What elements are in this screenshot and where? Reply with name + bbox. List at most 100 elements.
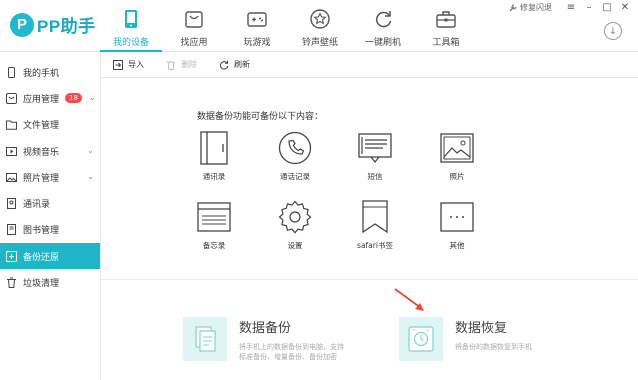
bag-icon xyxy=(185,11,203,28)
sidebar-item-label: 垃圾清理 xyxy=(23,279,60,290)
fix-crash-label: 修复闪退 xyxy=(520,3,552,12)
backup-item-call-log[interactable]: 通话记录 xyxy=(265,131,325,182)
maximize-button[interactable]: □ xyxy=(598,2,616,13)
sms-icon xyxy=(358,133,392,164)
nav-find-apps[interactable]: 找应用 xyxy=(163,0,225,52)
sidebar-item-file-management[interactable]: 文件管理 xyxy=(0,112,100,138)
backup-actions: 数据备份 将手机上的数据备份到电脑，支持标准备份、增量备份、备份加密 数据恢复 … xyxy=(101,280,638,380)
sidebar-item-label: 备份还原 xyxy=(23,252,60,263)
download-manager-button[interactable]: ↓ xyxy=(604,22,622,40)
sidebar-item-label: 视频音乐 xyxy=(23,147,60,158)
import-button[interactable]: 导入 xyxy=(113,59,144,70)
sidebar-item-my-phone[interactable]: 我的手机 xyxy=(0,59,100,85)
sidebar-item-label: 我的手机 xyxy=(23,68,60,79)
backup-item-contacts[interactable]: 通讯录 xyxy=(184,131,244,182)
nav-one-click-flash[interactable]: 一键刷机 xyxy=(352,0,414,52)
nav-ringtones-wallpapers[interactable]: 铃声壁纸 xyxy=(289,0,351,52)
delete-button[interactable]: 删除 xyxy=(166,59,197,70)
settings-icon xyxy=(278,200,312,234)
sidebar-item-junk-cleanup[interactable]: 垃圾清理 xyxy=(0,269,100,295)
sidebar-item-video-music[interactable]: 视频音乐 ⌄ xyxy=(0,138,100,164)
documents-icon xyxy=(195,326,216,352)
red-arrow-annotation xyxy=(394,288,424,311)
trash-icon xyxy=(7,277,16,289)
toolbox-icon xyxy=(436,11,456,28)
address-book-icon xyxy=(200,131,228,165)
video-icon xyxy=(6,146,17,156)
photos-icon xyxy=(440,133,474,163)
call-log-icon xyxy=(278,131,312,165)
book-icon xyxy=(7,224,16,236)
refresh-icon xyxy=(375,11,392,28)
refresh-button[interactable]: 刷新 xyxy=(219,59,250,70)
sidebar-item-label: 图书管理 xyxy=(23,226,60,237)
phone-icon xyxy=(8,66,15,78)
trash-icon xyxy=(167,61,175,70)
sidebar-item-app-management[interactable]: 应用管理 18 ⌄ xyxy=(0,85,100,111)
data-backup-action[interactable]: 数据备份 将手机上的数据备份到电脑，支持标准备份、增量备份、备份加密 xyxy=(183,317,349,362)
folder-icon xyxy=(6,120,17,130)
backup-item-settings[interactable]: 设置 xyxy=(265,200,325,251)
app-icon xyxy=(6,92,17,104)
backup-item-sms[interactable]: 短信 xyxy=(345,131,405,182)
nav-label: 一键刷机 xyxy=(364,38,401,48)
minimize-button[interactable]: – xyxy=(580,2,598,13)
item-label: 备忘录 xyxy=(202,241,226,250)
logo-text: PP助手 xyxy=(37,17,96,36)
app-update-badge: 18 xyxy=(65,93,82,104)
restore-tile xyxy=(399,317,443,361)
backup-main: 数据备份功能可备份以下内容： 通讯录 通话记录 短信 照片 备忘录 设置 saf… xyxy=(101,79,638,380)
nav-label: 工具箱 xyxy=(432,38,460,48)
backup-item-safari-bookmarks[interactable]: safari书签 xyxy=(345,200,405,251)
fix-crash-button[interactable]: 修复闪退 xyxy=(508,2,552,13)
sidebar-item-label: 照片管理 xyxy=(23,173,60,184)
bookmark-icon xyxy=(362,200,388,234)
clock-restore-icon xyxy=(408,326,434,352)
data-restore-action[interactable]: 数据恢复 将备份的数据恢复到手机 xyxy=(399,317,565,361)
nav-toolbox[interactable]: 工具箱 xyxy=(415,0,477,52)
main-nav: 我的设备 找应用 玩游戏 铃声壁纸 一键刷机 工具箱 xyxy=(100,0,478,52)
item-label: 通话记录 xyxy=(280,172,310,181)
top-bar: P PP助手 我的设备 找应用 玩游戏 铃声壁纸 一键刷机 工具箱 修复闪退 ≡… xyxy=(0,0,638,52)
app-logo: P PP助手 xyxy=(10,12,96,37)
toolbar: 导入 删除 刷新 xyxy=(101,52,638,78)
gamepad-icon xyxy=(247,12,267,27)
backup-item-photos[interactable]: 照片 xyxy=(427,131,487,182)
backup-tile xyxy=(183,317,227,361)
sidebar-item-photo-management[interactable]: 照片管理 ⌄ xyxy=(0,164,100,190)
import-label: 导入 xyxy=(128,60,144,69)
backup-item-other[interactable]: 其他 xyxy=(427,200,487,251)
contacts-icon xyxy=(7,198,16,210)
refresh-label: 刷新 xyxy=(234,60,250,69)
sidebar-item-label: 应用管理 xyxy=(23,94,60,105)
restore-title: 数据恢复 xyxy=(455,321,508,336)
memo-icon xyxy=(197,202,231,232)
backup-intro-text: 数据备份功能可备份以下内容： xyxy=(197,112,324,122)
phone-icon xyxy=(125,10,137,28)
chevron-down-icon[interactable]: ⌄ xyxy=(87,172,94,181)
chevron-down-icon[interactable]: ⌄ xyxy=(89,93,96,102)
restore-description: 将备份的数据恢复到手机 xyxy=(455,343,532,351)
item-label: 设置 xyxy=(287,241,303,250)
item-label: 照片 xyxy=(449,172,465,181)
sidebar-item-label: 文件管理 xyxy=(23,121,60,132)
chevron-down-icon[interactable]: ⌄ xyxy=(87,146,94,155)
nav-my-device[interactable]: 我的设备 xyxy=(100,0,162,52)
sidebar: 我的手机 应用管理 18 ⌄ 文件管理 视频音乐 ⌄ 照片管理 ⌄ 通讯录 图书… xyxy=(0,52,101,380)
nav-label: 铃声壁纸 xyxy=(301,38,338,48)
backup-item-memo[interactable]: 备忘录 xyxy=(184,200,244,251)
item-label: safari书签 xyxy=(357,241,393,250)
close-button[interactable]: ✕ xyxy=(616,2,634,13)
wrench-icon xyxy=(509,3,517,11)
nav-label: 我的设备 xyxy=(112,38,149,48)
nav-games[interactable]: 玩游戏 xyxy=(226,0,288,52)
download-icon: ↓ xyxy=(608,25,618,37)
sidebar-item-book-management[interactable]: 图书管理 xyxy=(0,217,100,243)
nav-label: 找应用 xyxy=(180,38,208,48)
sidebar-item-label: 通讯录 xyxy=(23,200,51,211)
sidebar-item-contacts[interactable]: 通讯录 xyxy=(0,190,100,216)
photo-icon xyxy=(6,172,17,182)
star-icon xyxy=(310,9,330,29)
sidebar-item-backup-restore[interactable]: 备份还原 xyxy=(0,243,100,270)
menu-button[interactable]: ≡ xyxy=(562,2,580,13)
